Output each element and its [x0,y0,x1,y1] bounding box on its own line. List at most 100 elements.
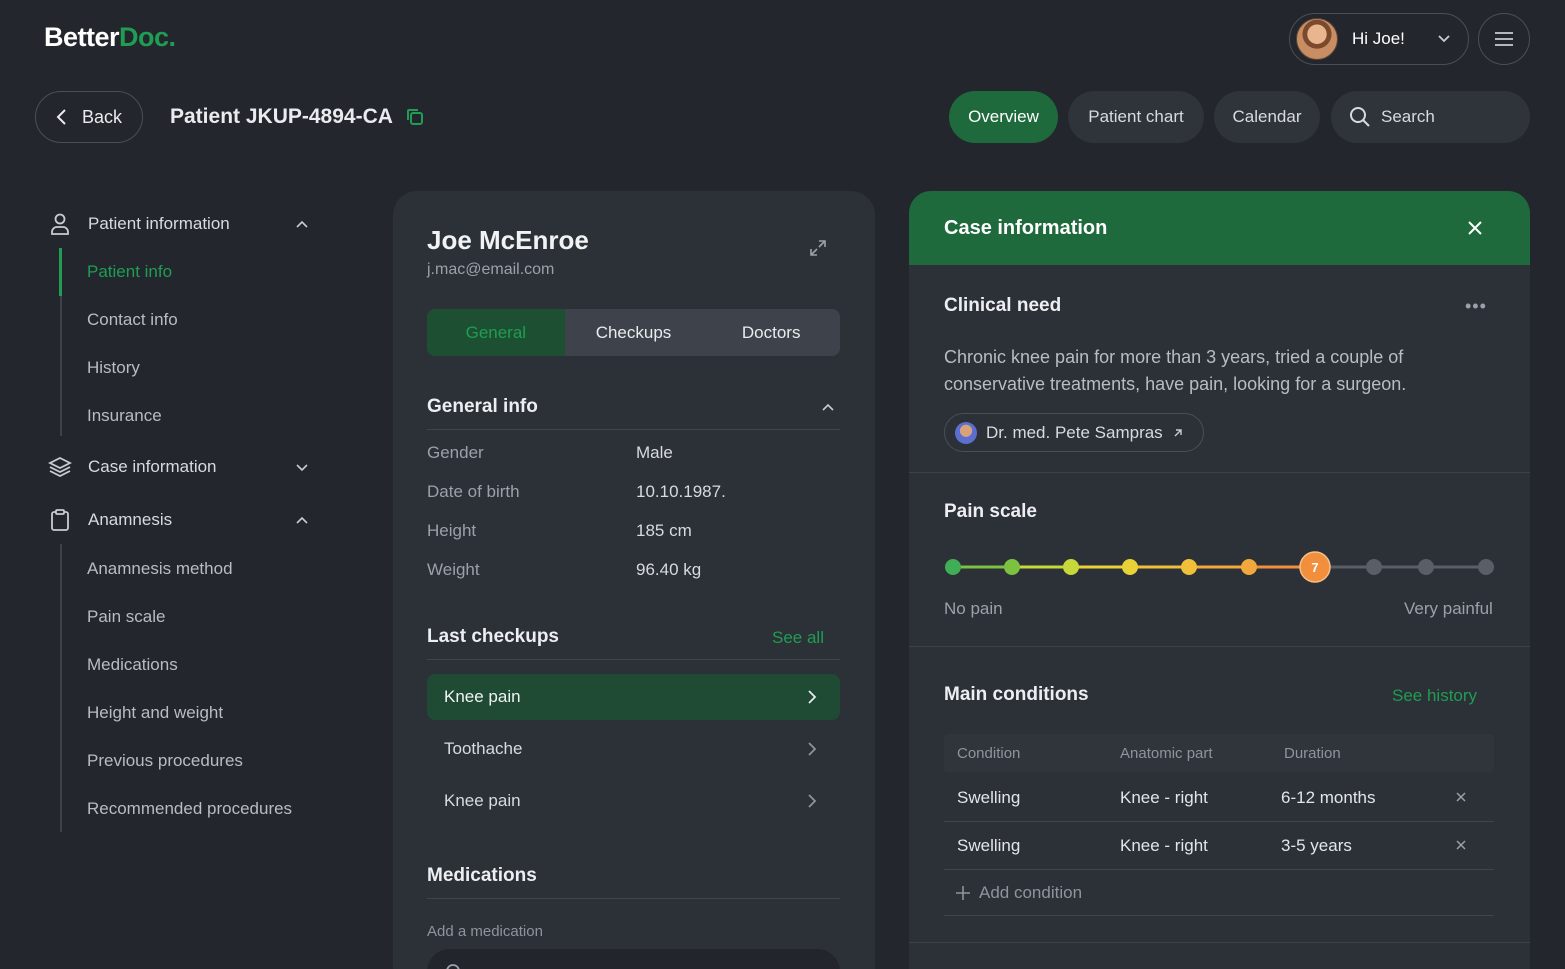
patient-tabs: General Checkups Doctors [427,309,840,356]
checkup-item[interactable]: Knee pain [427,778,840,824]
height-value: 185 cm [636,521,692,540]
back-button[interactable]: Back [35,91,143,143]
dob-label: Date of birth [427,482,520,501]
search-icon [1350,107,1370,127]
chevron-down-icon [1438,35,1450,43]
tab-general[interactable]: General [427,309,565,356]
anatomic-part-cell: Knee - right [1120,836,1208,855]
divider [427,429,840,430]
add-condition-button[interactable]: Add condition [955,883,1082,903]
external-link-icon [1174,428,1182,436]
user-menu-button[interactable]: Hi Joe! [1289,13,1469,65]
clinical-need-title: Clinical need [944,295,1062,316]
pain-scale-value: 7 [1311,560,1318,575]
height-label: Height [427,521,477,540]
pain-scale-step[interactable] [1478,559,1494,575]
tab-calendar[interactable]: Calendar [1214,91,1320,143]
avatar [1296,18,1338,60]
more-options-icon[interactable]: ••• [1465,296,1487,317]
sidebar-item-medications[interactable]: Medications [87,655,178,675]
general-info-title: General info [427,396,538,417]
checkup-item[interactable]: Knee pain [427,674,840,720]
see-all-link[interactable]: See all [772,628,824,648]
chevron-right-icon [808,690,817,704]
checkup-label: Toothache [444,739,523,758]
conditions-table-header [944,734,1494,772]
gender-value: Male [636,443,673,462]
close-icon[interactable] [1464,217,1486,239]
pain-scale-title: Pain scale [944,501,1037,522]
doctor-chip[interactable]: Dr. med. Pete Sampras [944,413,1204,452]
sidebar-item-recommended-procedures[interactable]: Recommended procedures [87,799,292,819]
divider [427,659,840,660]
tab-patient-chart-label: Patient chart [1088,107,1184,126]
tab-overview[interactable]: Overview [949,91,1058,143]
chevron-right-icon [808,794,817,808]
sidebar-item-height-and-weight[interactable]: Height and weight [87,703,223,723]
sidebar-item-insurance[interactable]: Insurance [87,406,162,426]
tab-checkups[interactable]: Checkups [565,309,703,356]
patient-email: j.mac@email.com [427,261,555,278]
sidebar-item-pain-scale[interactable]: Pain scale [87,607,165,627]
divider [909,472,1530,473]
tab-doctors[interactable]: Doctors [702,309,840,356]
remove-row-icon[interactable] [1455,791,1467,803]
copy-icon[interactable] [405,107,425,127]
pain-max-label: Very painful [1404,599,1493,618]
sidebar-item-patient-info[interactable]: Patient info [87,262,172,282]
case-information-title: Case information [944,217,1108,239]
column-header-condition: Condition [957,745,1021,762]
sidebar-active-indicator [59,248,62,296]
clipboard-icon [51,509,69,531]
pain-scale-step[interactable] [1122,559,1138,575]
sidebar-section-case-information[interactable]: Case information [48,455,310,479]
chevron-down-icon[interactable] [294,459,310,475]
tab-calendar-label: Calendar [1232,107,1302,126]
sidebar-section-label: Anamnesis [88,510,173,529]
patient-id: Patient JKUP-4894-CA [170,105,393,128]
pain-scale-step[interactable] [1241,559,1257,575]
search-icon [446,964,460,969]
hamburger-menu-button[interactable] [1478,13,1530,65]
medication-search-input[interactable] [427,949,840,969]
sidebar-section-patient-information[interactable]: Patient information [48,212,310,236]
search-button[interactable]: Search [1331,91,1530,143]
duration-cell: 6-12 months [1281,788,1376,807]
pain-scale-step[interactable] [1063,559,1079,575]
tab-overview-label: Overview [968,107,1039,126]
pain-scale-step[interactable] [1418,559,1434,575]
clinical-need-text: Chronic knee pain for more than 3 years,… [944,347,1407,394]
sidebar-item-history[interactable]: History [87,358,140,378]
divider [427,898,840,899]
page-title: Patient JKUP-4894-CA [170,105,425,129]
brand-logo[interactable]: BetterDoc. [44,22,176,53]
checkup-item[interactable]: Toothache [427,726,840,772]
chevron-up-icon[interactable] [294,216,310,232]
pain-scale-step[interactable] [1004,559,1020,575]
sidebar-item-anamnesis-method[interactable]: Anamnesis method [87,559,233,579]
checkup-label: Knee pain [444,687,521,706]
sidebar-item-contact-info[interactable]: Contact info [87,310,178,330]
sidebar-item-previous-procedures[interactable]: Previous procedures [87,751,243,771]
see-history-link[interactable]: See history [1392,686,1477,706]
add-medication-label: Add a medication [427,923,543,940]
chevron-left-icon [56,109,66,125]
last-checkups-title: Last checkups [427,626,559,647]
remove-row-icon[interactable] [1455,839,1467,851]
condition-cell: Swelling [957,788,1021,807]
pain-scale-step[interactable] [1181,559,1197,575]
chevron-up-icon[interactable] [294,512,310,528]
weight-value: 96.40 kg [636,560,702,579]
sidebar-section-label: Case information [88,457,217,476]
tab-patient-chart[interactable]: Patient chart [1068,91,1204,143]
chevron-up-icon[interactable] [820,399,836,415]
pain-scale-slider[interactable]: 7 [938,548,1504,588]
pain-scale-step[interactable] [945,559,961,575]
pain-min-label: No pain [944,599,1003,618]
pain-scale-step[interactable] [1366,559,1382,575]
divider [909,646,1530,647]
divider [944,821,1494,822]
condition-cell: Swelling [957,836,1021,855]
sidebar-section-anamnesis[interactable]: Anamnesis [48,508,310,532]
expand-icon[interactable] [808,238,828,258]
